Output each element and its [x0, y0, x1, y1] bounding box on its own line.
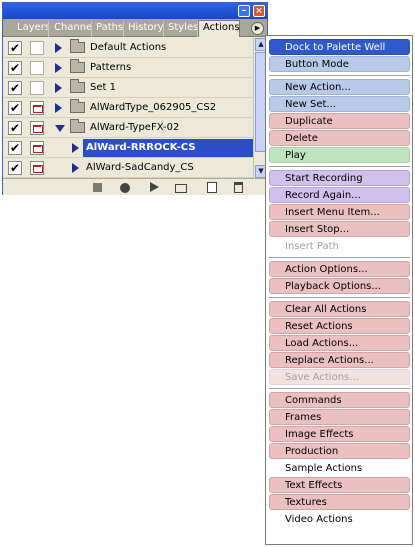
- triangle-right-icon[interactable]: [55, 63, 62, 73]
- actions-list: ✔ Default Actions ✔ Patterns ✔ Set 1 ✔ AlWardTy…: [3, 38, 253, 178]
- menu-item-button-mode[interactable]: Button Mode: [269, 56, 410, 72]
- triangle-right-icon[interactable]: [55, 43, 62, 53]
- menu-item-playback-options[interactable]: Playback Options...: [269, 278, 410, 294]
- toggle-item-checkbox[interactable]: ✔: [8, 101, 22, 115]
- action-set-row[interactable]: ✔ AlWardType_062905_CS2: [3, 98, 253, 118]
- menu-item-clear-all-actions[interactable]: Clear All Actions: [269, 301, 410, 317]
- action-set-row[interactable]: ✔ Default Actions: [3, 38, 253, 58]
- folder-icon: [70, 99, 85, 113]
- menu-separator: [269, 388, 410, 389]
- menu-separator: [269, 297, 410, 298]
- row-label: Default Actions: [90, 42, 167, 53]
- menu-item-start-recording[interactable]: Start Recording: [269, 170, 410, 186]
- palette-menu-icon[interactable]: ▶: [251, 22, 264, 35]
- toggle-dialog-icon[interactable]: [30, 101, 44, 115]
- palette-titlebar[interactable]: – ×: [3, 3, 267, 19]
- tab-history[interactable]: History: [124, 21, 164, 37]
- delete-trash-icon[interactable]: [234, 182, 243, 193]
- menu-item-text-effects[interactable]: Text Effects: [269, 477, 410, 493]
- menu-item-insert-stop[interactable]: Insert Stop...: [269, 221, 410, 237]
- new-action-icon[interactable]: [207, 182, 217, 193]
- tab-channels[interactable]: Channe: [50, 21, 92, 37]
- stop-icon[interactable]: [93, 183, 102, 192]
- actions-palette: – × Layers Channe Paths History Styles A…: [2, 2, 268, 195]
- menu-item-new-action[interactable]: New Action...: [269, 79, 410, 95]
- menu-item-new-set[interactable]: New Set...: [269, 96, 410, 112]
- toggle-dialog-icon[interactable]: [30, 61, 44, 75]
- tab-actions[interactable]: Actions: [198, 20, 240, 37]
- actions-flyout-menu: Dock to Palette Well Button Mode New Actio…: [265, 35, 413, 545]
- menu-item-dock-to-palette-well[interactable]: Dock to Palette Well: [269, 39, 410, 55]
- triangle-right-icon[interactable]: [72, 163, 79, 173]
- tab-paths[interactable]: Paths: [92, 21, 124, 37]
- menu-item-insert-path: Insert Path: [285, 241, 339, 252]
- row-label: AlWard-TypeFX-02: [90, 122, 180, 133]
- folder-icon: [70, 59, 85, 73]
- menu-item-insert-menu-item[interactable]: Insert Menu Item...: [269, 204, 410, 220]
- toggle-item-checkbox[interactable]: ✔: [8, 41, 22, 55]
- menu-item-replace-actions[interactable]: Replace Actions...: [269, 352, 410, 368]
- toggle-item-checkbox[interactable]: ✔: [8, 121, 22, 135]
- folder-icon: [70, 119, 85, 133]
- folder-icon: [70, 39, 85, 53]
- tab-layers[interactable]: Layers: [13, 21, 49, 37]
- tab-styles[interactable]: Styles: [164, 21, 198, 37]
- toggle-dialog-icon[interactable]: [30, 121, 44, 135]
- menu-separator: [269, 166, 410, 167]
- menu-item-record-again[interactable]: Record Again...: [269, 187, 410, 203]
- row-label: AlWard-SadCandy_CS: [86, 162, 194, 173]
- action-set-row[interactable]: ✔ Patterns: [3, 58, 253, 78]
- palette-tab-bar: Layers Channe Paths History Styles Actio…: [3, 19, 267, 37]
- menu-item-play[interactable]: Play: [269, 147, 410, 163]
- menu-item-load-actions[interactable]: Load Actions...: [269, 335, 410, 351]
- menu-item-image-effects[interactable]: Image Effects: [269, 426, 410, 442]
- menu-item-sample-actions[interactable]: Sample Actions: [269, 460, 410, 476]
- menu-item-save-actions: Save Actions...: [269, 369, 410, 385]
- row-label: AlWard-RRROCK-CS: [86, 142, 196, 153]
- toggle-dialog-icon[interactable]: [30, 141, 44, 155]
- toggle-dialog-icon[interactable]: [30, 41, 44, 55]
- menu-item-video-actions[interactable]: Video Actions: [269, 511, 410, 527]
- action-set-row[interactable]: ✔ AlWard-TypeFX-02: [3, 118, 253, 138]
- triangle-right-icon[interactable]: [55, 103, 62, 113]
- menu-item-commands[interactable]: Commands: [269, 392, 410, 408]
- row-label: AlWardType_062905_CS2: [90, 102, 217, 113]
- menu-item-production[interactable]: Production: [269, 443, 410, 459]
- triangle-right-icon[interactable]: [55, 83, 62, 93]
- menu-separator: [269, 75, 410, 76]
- menu-item-frames[interactable]: Frames: [269, 409, 410, 425]
- triangle-right-icon[interactable]: [72, 143, 79, 153]
- menu-item-textures[interactable]: Textures: [269, 494, 410, 510]
- action-row[interactable]: ✔ AlWard-SadCandy_CS: [3, 158, 253, 178]
- toggle-dialog-icon[interactable]: [30, 161, 44, 175]
- play-icon[interactable]: [150, 182, 159, 192]
- toggle-item-checkbox[interactable]: ✔: [8, 61, 22, 75]
- menu-separator: [269, 257, 410, 258]
- palette-bottom-toolbar: [3, 178, 267, 195]
- row-label: Set 1: [90, 82, 116, 93]
- menu-item-delete[interactable]: Delete: [269, 130, 410, 146]
- menu-item-reset-actions[interactable]: Reset Actions: [269, 318, 410, 334]
- close-icon[interactable]: ×: [253, 5, 265, 17]
- toggle-item-checkbox[interactable]: ✔: [8, 81, 22, 95]
- action-row[interactable]: ✔ AlWard-RRROCK-CS: [3, 138, 253, 158]
- menu-item-duplicate[interactable]: Duplicate: [269, 113, 410, 129]
- action-set-row[interactable]: ✔ Set 1: [3, 78, 253, 98]
- toggle-item-checkbox[interactable]: ✔: [8, 161, 22, 175]
- new-set-folder-icon[interactable]: [175, 184, 187, 193]
- folder-icon: [70, 79, 85, 93]
- toggle-item-checkbox[interactable]: ✔: [8, 141, 22, 155]
- triangle-down-icon[interactable]: [55, 125, 65, 132]
- toggle-dialog-icon[interactable]: [30, 81, 44, 95]
- record-icon[interactable]: [120, 183, 130, 193]
- menu-item-action-options[interactable]: Action Options...: [269, 261, 410, 277]
- row-label: Patterns: [90, 62, 132, 73]
- minimize-icon[interactable]: –: [238, 5, 250, 17]
